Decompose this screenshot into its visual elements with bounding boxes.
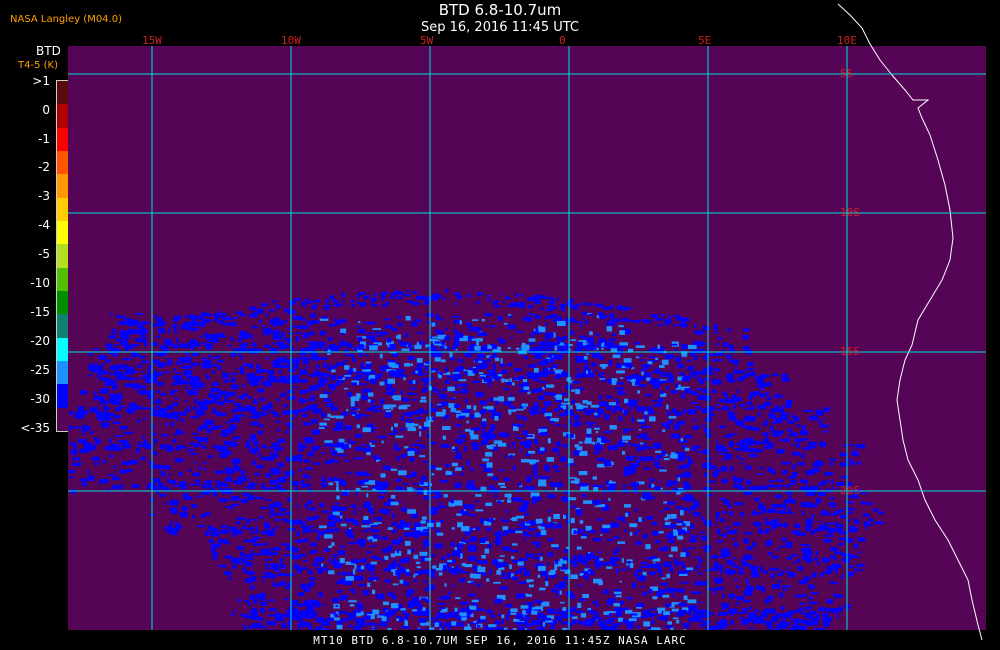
coastline bbox=[837, 3, 983, 641]
latitude-label: 15S bbox=[840, 345, 860, 358]
satellite-image-viewer: BTD 6.8-10.7um Sep 16, 2016 11:45 UTC NA… bbox=[0, 0, 1000, 650]
footer-caption: MT10 BTD 6.8-10.7UM SEP 16, 2016 11:45Z … bbox=[313, 634, 687, 647]
lat-lon-grid bbox=[68, 46, 986, 630]
latitude-label: 20S bbox=[840, 484, 860, 497]
longitude-label: 0 bbox=[559, 34, 566, 47]
latitude-label: 10S bbox=[840, 206, 860, 219]
latitude-label: 5S bbox=[840, 67, 854, 80]
longitude-label: 5W bbox=[420, 34, 434, 47]
longitude-label: 10E bbox=[837, 34, 857, 47]
longitude-label: 5E bbox=[698, 34, 712, 47]
grid-overlay bbox=[68, 3, 986, 641]
longitude-label: 15W bbox=[142, 34, 162, 47]
longitude-label: 10W bbox=[281, 34, 301, 47]
